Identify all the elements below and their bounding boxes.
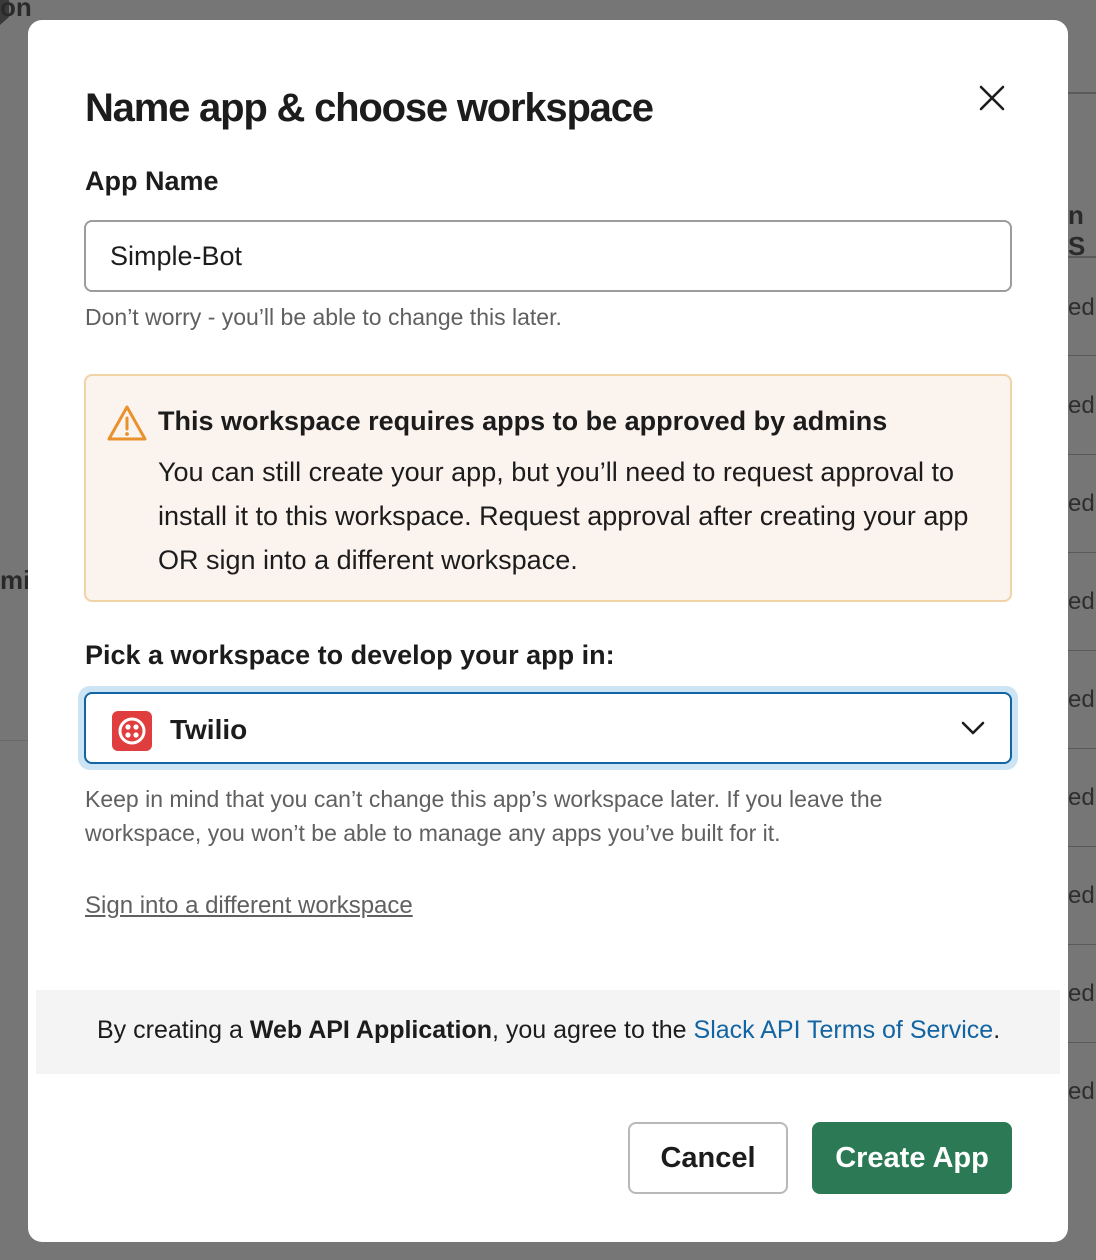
app-name-label: App Name (85, 166, 219, 196)
warning-title: This workspace requires apps to be appro… (158, 406, 888, 436)
background-divider (1068, 748, 1096, 749)
create-app-button[interactable]: Create App (812, 1122, 1012, 1194)
background-column-header: n S (1068, 200, 1086, 261)
background-divider (1068, 256, 1096, 258)
cancel-button[interactable]: Cancel (628, 1122, 788, 1194)
app-name-hint: Don’t worry - you’ll be able to change t… (85, 304, 562, 330)
twilio-logo-icon (112, 711, 152, 751)
background-row-fragment: ed (1068, 490, 1095, 517)
app-name-input[interactable] (84, 220, 1012, 292)
background-divider (1068, 552, 1096, 553)
terms-text: By creating a Web API Application, you a… (97, 1016, 1000, 1045)
background-row-fragment: ed (1068, 686, 1095, 713)
background-divider (1068, 846, 1096, 847)
twilio-logo-glyph (118, 717, 146, 745)
background-divider (1068, 92, 1096, 94)
background-divider (1068, 1042, 1096, 1043)
background-row-fragment: ed (1068, 1078, 1095, 1105)
create-app-modal: Name app & choose workspace App Name Don… (28, 20, 1068, 1242)
background-divider (1068, 944, 1096, 945)
warning-body: You can still create your app, but you’l… (158, 457, 969, 575)
close-icon (979, 85, 1005, 111)
background-row-fragment: ed (1068, 294, 1095, 321)
terms-footer: By creating a Web API Application, you a… (36, 990, 1060, 1074)
background-row-fragment: ed (1068, 882, 1095, 909)
terms-middle: , you agree to the (492, 1016, 694, 1044)
background-divider (1068, 454, 1096, 455)
selected-workspace-name: Twilio (170, 714, 248, 745)
workspace-select[interactable]: Twilio (84, 692, 1012, 764)
warning-triangle-icon (107, 405, 147, 441)
terms-suffix: . (993, 1016, 1001, 1044)
workspace-select-focus-ring: Twilio (78, 686, 1018, 770)
workspace-hint: Keep in mind that you can’t change this … (85, 786, 883, 846)
background-row-fragment: ed (1068, 392, 1095, 419)
background-row-fragment: ed (1068, 980, 1095, 1007)
background-divider (0, 740, 28, 741)
terms-of-service-link[interactable]: Slack API Terms of Service (694, 1016, 994, 1044)
background-row-fragment: ed (1068, 588, 1095, 615)
admin-approval-warning: This workspace requires apps to be appro… (84, 374, 1012, 602)
workspace-picker-label: Pick a workspace to develop your app in: (85, 640, 615, 670)
modal-title: Name app & choose workspace (85, 86, 654, 130)
terms-prefix: By creating a (97, 1016, 250, 1044)
background-divider (1068, 650, 1096, 651)
background-text-fragment: mi (0, 565, 31, 595)
background-text-fragment: on (0, 0, 32, 22)
sign-in-different-workspace-link[interactable]: Sign into a different workspace (85, 892, 413, 920)
background-row-fragment: ed (1068, 784, 1095, 811)
chevron-down-icon (961, 721, 985, 735)
close-button[interactable] (972, 78, 1012, 118)
terms-app-type: Web API Application (249, 1016, 492, 1044)
background-divider (1068, 355, 1096, 356)
